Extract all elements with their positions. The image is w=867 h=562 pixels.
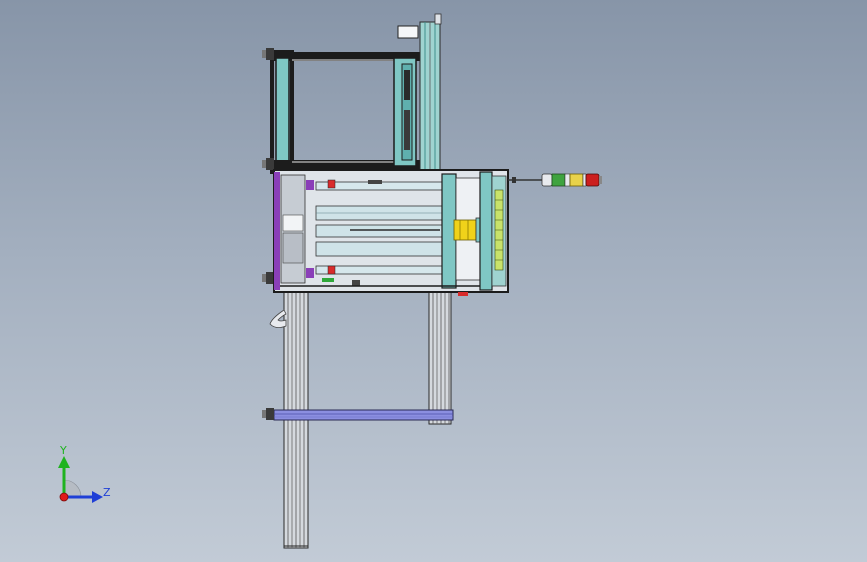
axis-label-y: Y xyxy=(59,444,67,457)
lower-crossbar xyxy=(266,409,454,421)
signal-tower-lamp xyxy=(508,173,602,187)
axis-label-z: Z xyxy=(103,486,111,499)
upper-frame xyxy=(270,50,424,174)
right-lower-leg xyxy=(428,289,452,425)
coordinate-triad: Y Z xyxy=(58,444,111,503)
cad-viewport[interactable]: Y Z xyxy=(0,0,867,562)
machine-drawing: Y Z xyxy=(58,13,602,549)
main-body xyxy=(273,169,509,296)
